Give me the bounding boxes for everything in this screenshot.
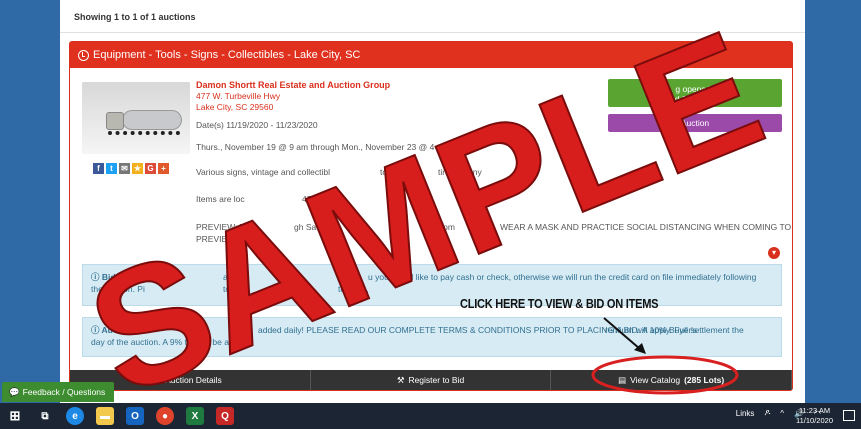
gavel-icon: ⚒ [396,374,405,385]
clock-time: 11:23 AM [798,406,831,415]
taskbar-clock[interactable]: 11:23 AM 11/10/2020 [796,406,833,426]
description-part-c: tir [438,167,446,177]
bidding-info-g: to 5 pm. [338,284,369,294]
book-icon: ▤ [618,374,627,385]
register-to-bid-button[interactable]: ⚒ Register to Bid [310,370,552,390]
bidding-opens-label: g opens in [675,84,715,94]
auction-card: Equipment - Tools - Signs - Collectibles… [69,41,793,391]
preview-part-b: gh Satur [294,222,327,232]
google-icon[interactable]: G [145,163,156,174]
file-explorer-icon[interactable]: ▬ [96,407,114,425]
location-part-c: ake [387,194,401,204]
auction-listing-page: Showing 1 to 1 of 1 auctions Equipment -… [60,0,805,403]
address-line-1: 477 W. Turbeville Hwy [196,91,281,101]
auction-notice-c: day of the auction. A 9% tax will be app… [91,337,255,347]
bidding-info-box: ⓘ Bidding a cal of u you would like to p… [82,264,782,306]
edge-icon[interactable]: e [66,407,84,425]
chrome-icon[interactable]: ● [156,407,174,425]
description-part-b: tool [380,167,394,177]
auction-title[interactable]: Equipment - Tools - Signs - Collectibles… [93,49,360,61]
catalog-callout-text: CLICK HERE TO VIEW & BID ON ITEMS [460,296,659,311]
auction-card-header[interactable]: Equipment - Tools - Signs - Collectibles… [70,42,792,68]
twitter-icon[interactable]: t [106,163,117,174]
description-part-a: Various signs, vintage and collectibl [196,167,331,177]
preview-part-a: PREVIEW: T [196,222,245,232]
tanker-cab [106,112,124,130]
feedback-label: Feedback / Questions [22,387,106,397]
auction-card-footer: ℹ Auction Details ⚒ Register to Bid ▤ Vi… [70,370,793,390]
view-catalog-label: View Catalog [630,375,681,385]
excel-icon[interactable]: X [186,407,204,425]
bidding-info-label: Bidding [101,272,134,282]
auction-notice-box: ⓘ Auction Not added daily! PLEASE READ O… [82,317,782,357]
facebook-icon[interactable]: f [93,163,104,174]
address-line-2: Lake City, SC 29560 [196,102,274,112]
expand-chevron-icon[interactable]: ▾ [768,247,780,259]
bidding-countdown: d 21h 37m [674,94,716,104]
clock-icon [78,49,89,61]
background-right [805,0,861,403]
company-name[interactable]: Damon Shortt Real Estate and Auction Gro… [196,80,390,90]
view-catalog-button[interactable]: ▤ View Catalog (285 Lots) [551,370,793,390]
register-label: Register to Bid [408,375,465,385]
bidding-info-f: 14 M [293,284,312,294]
preview-part-d: WEAR A MASK AND PRACTICE SOCIAL DISTANCI… [500,222,792,232]
chevron-up-icon[interactable]: ^ [780,409,784,418]
auction-schedule: Thurs., November 19 @ 9 am through Mon.,… [196,142,435,152]
chat-icon: 💬 [9,386,20,397]
feedback-button[interactable]: 💬 Feedback / Questions [2,382,114,402]
links-toolbar[interactable]: Links [736,409,755,418]
results-count: Showing 1 to 1 of 1 auctions [74,12,196,22]
clock-date: 11/10/2020 [796,416,833,425]
bidding-info-e: to [223,284,231,294]
location-part-a: Items are loc [196,194,245,204]
preview-part-c: 5 pm [436,222,455,232]
bidding-info-c: u you would like to pay cash or check, o… [368,272,757,282]
outlook-icon[interactable]: O [126,407,144,425]
info-icon: ℹ [157,374,162,385]
bidding-info-d: the auction. Pi [91,284,145,294]
info-icon: ⓘ [91,272,102,282]
auction-notice-b: remium will apply. Full settlement the [605,325,744,335]
windows-taskbar: ⊞ ⧉ e ▬ O ● X Q Links ዶ ^ 🔊 ◠ 11:23 AM 1… [0,403,861,429]
plus-share-icon[interactable]: + [158,163,169,174]
email-icon[interactable]: ✉ [119,163,130,174]
preview-part-e: PREVIEW T [196,234,243,244]
lot-count: (285 Lots) [684,375,725,385]
bidding-info-b: of [338,272,346,282]
tanker-wheels [108,129,180,135]
access-icon[interactable]: Q [216,407,234,425]
task-view-icon[interactable]: ⧉ [36,407,54,425]
notification-icon[interactable] [843,410,855,421]
bidding-countdown-button[interactable]: g opens in d 21h 37m [608,79,782,107]
auction-details-label: Auction Details [165,375,222,385]
location-part-b: 477 W. Tur [302,194,344,204]
auction-thumbnail[interactable] [82,82,190,154]
description-part-d: any [468,167,482,177]
info-icon: ⓘ [91,325,102,335]
tanker-tank [122,110,182,130]
share-buttons: f t ✉ ★ G + [93,163,169,174]
auction-dates: Date(s) 11/19/2020 - 11/23/2020 [196,120,318,130]
windows-start-icon[interactable]: ⊞ [6,407,24,425]
background-left [0,0,60,403]
bidding-info-a: a cal [223,272,241,282]
auction-action-button[interactable]: Auction [608,114,782,132]
people-icon[interactable]: ዶ [764,408,770,418]
divider [60,32,805,33]
favorite-star-icon[interactable]: ★ [132,163,143,174]
auction-notice-label: Auction Not [101,325,150,335]
